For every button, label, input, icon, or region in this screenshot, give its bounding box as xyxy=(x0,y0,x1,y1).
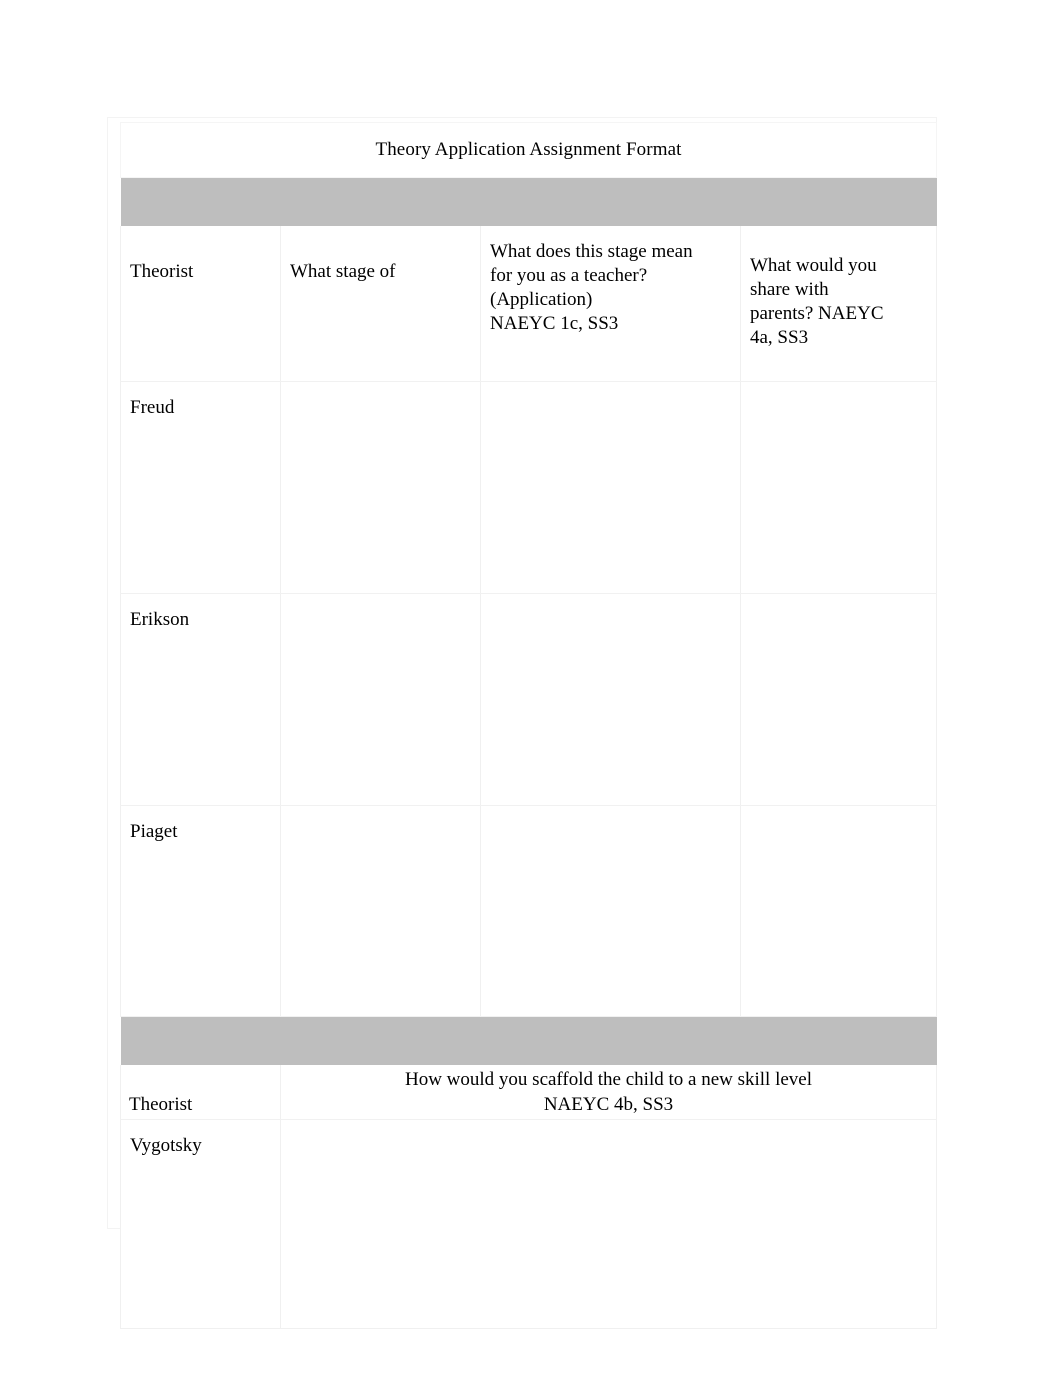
section1-header-row: Theorist What stage of What does this st… xyxy=(120,226,937,382)
theory-application-table: Theory Application Assignment Format The… xyxy=(120,122,937,1329)
share-with-parents-line-4: 4a, SS3 xyxy=(750,327,809,348)
column-header-teacher-application: What does this stage mean for you as a t… xyxy=(480,226,741,382)
document-page: Theory Application Assignment Format The… xyxy=(108,118,937,1329)
cell-piaget-teacher-application[interactable] xyxy=(480,805,741,1017)
teacher-application-line-3: (Application) xyxy=(490,289,593,310)
row-label-erikson: Erikson xyxy=(120,593,281,806)
teacher-application-line-1: What does this stage mean xyxy=(490,241,693,262)
column-header-theorist-section2: Theorist xyxy=(120,1065,281,1120)
cell-freud-teacher-application[interactable] xyxy=(480,381,741,594)
gray-band-fill xyxy=(120,1016,937,1065)
cell-freud-share-with-parents[interactable] xyxy=(740,381,937,594)
table-title-row: Theory Application Assignment Format xyxy=(120,122,937,178)
table-row: Piaget xyxy=(120,805,937,1017)
cell-piaget-stage[interactable] xyxy=(280,805,481,1017)
cell-freud-stage[interactable] xyxy=(280,381,481,594)
row-label-vygotsky: Vygotsky xyxy=(120,1119,281,1329)
teacher-application-line-4: NAEYC 1c, SS3 xyxy=(490,313,619,334)
cell-erikson-share-with-parents[interactable] xyxy=(740,593,937,806)
column-header-theorist: Theorist xyxy=(120,226,281,382)
gray-band-fill xyxy=(120,177,937,226)
scaffold-line-1: How would you scaffold the child to a ne… xyxy=(404,1069,812,1090)
section1-gray-band xyxy=(120,177,937,226)
share-with-parents-line-1: What would you xyxy=(750,255,877,276)
share-with-parents-line-3: parents? NAEYC xyxy=(750,303,884,324)
cell-piaget-share-with-parents[interactable] xyxy=(740,805,937,1017)
cell-erikson-teacher-application[interactable] xyxy=(480,593,741,806)
table-row: Freud xyxy=(120,381,937,594)
table-row: Vygotsky xyxy=(120,1119,937,1329)
cell-vygotsky-scaffold[interactable] xyxy=(280,1119,937,1329)
share-with-parents-line-2: share with xyxy=(750,279,829,300)
row-label-freud: Freud xyxy=(120,381,281,594)
cell-erikson-stage[interactable] xyxy=(280,593,481,806)
section2-gray-band xyxy=(120,1016,937,1065)
scaffold-line-2: NAEYC 4b, SS3 xyxy=(543,1094,674,1115)
section2-header-row: Theorist How would you scaffold the chil… xyxy=(120,1065,937,1120)
column-header-stage: What stage of xyxy=(280,226,481,382)
row-label-piaget: Piaget xyxy=(120,805,281,1017)
page-title: Theory Application Assignment Format xyxy=(120,122,937,178)
teacher-application-line-2: for you as a teacher? xyxy=(490,265,648,286)
column-header-scaffold: How would you scaffold the child to a ne… xyxy=(280,1065,937,1120)
table-row: Erikson xyxy=(120,593,937,806)
column-header-share-with-parents: What would you share with parents? NAEYC… xyxy=(740,226,937,382)
